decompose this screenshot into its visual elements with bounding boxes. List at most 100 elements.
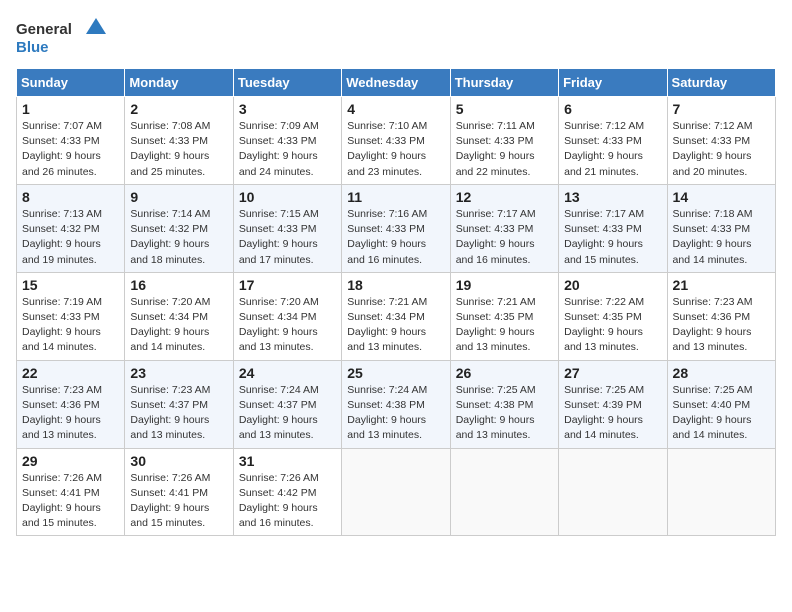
calendar-week-row: 1 Sunrise: 7:07 AMSunset: 4:33 PMDaylight… (17, 97, 776, 185)
day-number: 6 (564, 101, 661, 117)
day-number: 24 (239, 365, 336, 381)
day-number: 14 (673, 189, 770, 205)
logo: General Blue (16, 16, 106, 56)
day-info: Sunrise: 7:20 AMSunset: 4:34 PMDaylight:… (239, 295, 336, 356)
day-number: 30 (130, 453, 227, 469)
weekday-header-cell: Tuesday (233, 69, 341, 97)
calendar-cell: 29 Sunrise: 7:26 AMSunset: 4:41 PMDayligh… (17, 448, 125, 536)
calendar-cell: 6Sunrise: 7:12 AMSunset: 4:33 PMDaylight… (559, 97, 667, 185)
day-info: Sunrise: 7:24 AMSunset: 4:37 PMDaylight:… (239, 383, 336, 444)
calendar-cell: 25 Sunrise: 7:24 AMSunset: 4:38 PMDayligh… (342, 360, 450, 448)
calendar-cell: 23 Sunrise: 7:23 AMSunset: 4:37 PMDayligh… (125, 360, 233, 448)
logo-svg: General Blue (16, 16, 106, 56)
day-info: Sunrise: 7:15 AMSunset: 4:33 PMDaylight:… (239, 207, 336, 268)
day-info: Sunrise: 7:21 AMSunset: 4:35 PMDaylight:… (456, 295, 553, 356)
day-info: Sunrise: 7:13 AMSunset: 4:32 PMDaylight:… (22, 207, 119, 268)
calendar-cell (342, 448, 450, 536)
calendar-cell: 31 Sunrise: 7:26 AMSunset: 4:42 PMDayligh… (233, 448, 341, 536)
weekday-header-cell: Wednesday (342, 69, 450, 97)
day-number: 13 (564, 189, 661, 205)
day-info: Sunrise: 7:26 AMSunset: 4:42 PMDaylight:… (239, 471, 336, 532)
day-number: 1 (22, 101, 119, 117)
calendar-cell: 30 Sunrise: 7:26 AMSunset: 4:41 PMDayligh… (125, 448, 233, 536)
day-number: 3 (239, 101, 336, 117)
day-number: 31 (239, 453, 336, 469)
weekday-header-cell: Sunday (17, 69, 125, 97)
day-info: Sunrise: 7:23 AMSunset: 4:37 PMDaylight:… (130, 383, 227, 444)
calendar-cell: 20Sunrise: 7:22 AMSunset: 4:35 PMDayligh… (559, 272, 667, 360)
day-number: 25 (347, 365, 444, 381)
weekday-header-cell: Saturday (667, 69, 775, 97)
day-info: Sunrise: 7:10 AMSunset: 4:33 PMDaylight:… (347, 119, 444, 180)
day-info: Sunrise: 7:24 AMSunset: 4:38 PMDaylight:… (347, 383, 444, 444)
calendar-cell: 8 Sunrise: 7:13 AMSunset: 4:32 PMDaylight… (17, 184, 125, 272)
day-info: Sunrise: 7:17 AMSunset: 4:33 PMDaylight:… (564, 207, 661, 268)
day-info: Sunrise: 7:25 AMSunset: 4:39 PMDaylight:… (564, 383, 661, 444)
calendar-cell: 18 Sunrise: 7:21 AMSunset: 4:34 PMDayligh… (342, 272, 450, 360)
calendar-cell: 4Sunrise: 7:10 AMSunset: 4:33 PMDaylight… (342, 97, 450, 185)
weekday-header-cell: Monday (125, 69, 233, 97)
calendar-cell: 11 Sunrise: 7:16 AMSunset: 4:33 PMDayligh… (342, 184, 450, 272)
day-info: Sunrise: 7:16 AMSunset: 4:33 PMDaylight:… (347, 207, 444, 268)
svg-text:Blue: Blue (16, 39, 49, 56)
calendar-cell: 15Sunrise: 7:19 AMSunset: 4:33 PMDayligh… (17, 272, 125, 360)
day-info: Sunrise: 7:09 AMSunset: 4:33 PMDaylight:… (239, 119, 336, 180)
day-info: Sunrise: 7:20 AMSunset: 4:34 PMDaylight:… (130, 295, 227, 356)
day-info: Sunrise: 7:26 AMSunset: 4:41 PMDaylight:… (130, 471, 227, 532)
day-number: 19 (456, 277, 553, 293)
calendar-cell (559, 448, 667, 536)
calendar-week-row: 15Sunrise: 7:19 AMSunset: 4:33 PMDayligh… (17, 272, 776, 360)
day-number: 16 (130, 277, 227, 293)
day-number: 22 (22, 365, 119, 381)
weekday-header-row: SundayMondayTuesdayWednesdayThursdayFrid… (17, 69, 776, 97)
day-number: 12 (456, 189, 553, 205)
calendar-cell: 19 Sunrise: 7:21 AMSunset: 4:35 PMDayligh… (450, 272, 558, 360)
day-number: 21 (673, 277, 770, 293)
day-number: 10 (239, 189, 336, 205)
day-info: Sunrise: 7:23 AMSunset: 4:36 PMDaylight:… (22, 383, 119, 444)
day-info: Sunrise: 7:23 AMSunset: 4:36 PMDaylight:… (673, 295, 770, 356)
day-number: 26 (456, 365, 553, 381)
calendar-cell: 13 Sunrise: 7:17 AMSunset: 4:33 PMDayligh… (559, 184, 667, 272)
day-number: 27 (564, 365, 661, 381)
day-info: Sunrise: 7:11 AMSunset: 4:33 PMDaylight:… (456, 119, 553, 180)
calendar-cell: 9 Sunrise: 7:14 AMSunset: 4:32 PMDaylight… (125, 184, 233, 272)
calendar-body: 1 Sunrise: 7:07 AMSunset: 4:33 PMDaylight… (17, 97, 776, 536)
day-number: 28 (673, 365, 770, 381)
day-info: Sunrise: 7:17 AMSunset: 4:33 PMDaylight:… (456, 207, 553, 268)
day-number: 29 (22, 453, 119, 469)
day-info: Sunrise: 7:21 AMSunset: 4:34 PMDaylight:… (347, 295, 444, 356)
day-number: 11 (347, 189, 444, 205)
day-number: 2 (130, 101, 227, 117)
svg-text:General: General (16, 21, 72, 38)
day-info: Sunrise: 7:26 AMSunset: 4:41 PMDaylight:… (22, 471, 119, 532)
calendar-table: SundayMondayTuesdayWednesdayThursdayFrid… (16, 68, 776, 536)
calendar-cell: 14 Sunrise: 7:18 AMSunset: 4:33 PMDayligh… (667, 184, 775, 272)
calendar-cell: 16 Sunrise: 7:20 AMSunset: 4:34 PMDayligh… (125, 272, 233, 360)
day-info: Sunrise: 7:08 AMSunset: 4:33 PMDaylight:… (130, 119, 227, 180)
calendar-cell: 27 Sunrise: 7:25 AMSunset: 4:39 PMDayligh… (559, 360, 667, 448)
day-number: 8 (22, 189, 119, 205)
day-number: 9 (130, 189, 227, 205)
calendar-week-row: 8 Sunrise: 7:13 AMSunset: 4:32 PMDaylight… (17, 184, 776, 272)
header-area: General Blue (16, 16, 776, 56)
day-info: Sunrise: 7:25 AMSunset: 4:40 PMDaylight:… (673, 383, 770, 444)
day-info: Sunrise: 7:25 AMSunset: 4:38 PMDaylight:… (456, 383, 553, 444)
day-number: 7 (673, 101, 770, 117)
day-info: Sunrise: 7:19 AMSunset: 4:33 PMDaylight:… (22, 295, 119, 356)
day-info: Sunrise: 7:18 AMSunset: 4:33 PMDaylight:… (673, 207, 770, 268)
calendar-week-row: 29 Sunrise: 7:26 AMSunset: 4:41 PMDayligh… (17, 448, 776, 536)
calendar-cell: 5Sunrise: 7:11 AMSunset: 4:33 PMDaylight… (450, 97, 558, 185)
calendar-cell: 2 Sunrise: 7:08 AMSunset: 4:33 PMDaylight… (125, 97, 233, 185)
day-number: 23 (130, 365, 227, 381)
day-info: Sunrise: 7:12 AMSunset: 4:33 PMDaylight:… (673, 119, 770, 180)
day-info: Sunrise: 7:07 AMSunset: 4:33 PMDaylight:… (22, 119, 119, 180)
calendar-cell: 12 Sunrise: 7:17 AMSunset: 4:33 PMDayligh… (450, 184, 558, 272)
day-info: Sunrise: 7:14 AMSunset: 4:32 PMDaylight:… (130, 207, 227, 268)
calendar-cell: 17 Sunrise: 7:20 AMSunset: 4:34 PMDayligh… (233, 272, 341, 360)
day-number: 18 (347, 277, 444, 293)
calendar-cell: 24 Sunrise: 7:24 AMSunset: 4:37 PMDayligh… (233, 360, 341, 448)
day-number: 17 (239, 277, 336, 293)
calendar-cell: 1 Sunrise: 7:07 AMSunset: 4:33 PMDaylight… (17, 97, 125, 185)
calendar-cell (667, 448, 775, 536)
